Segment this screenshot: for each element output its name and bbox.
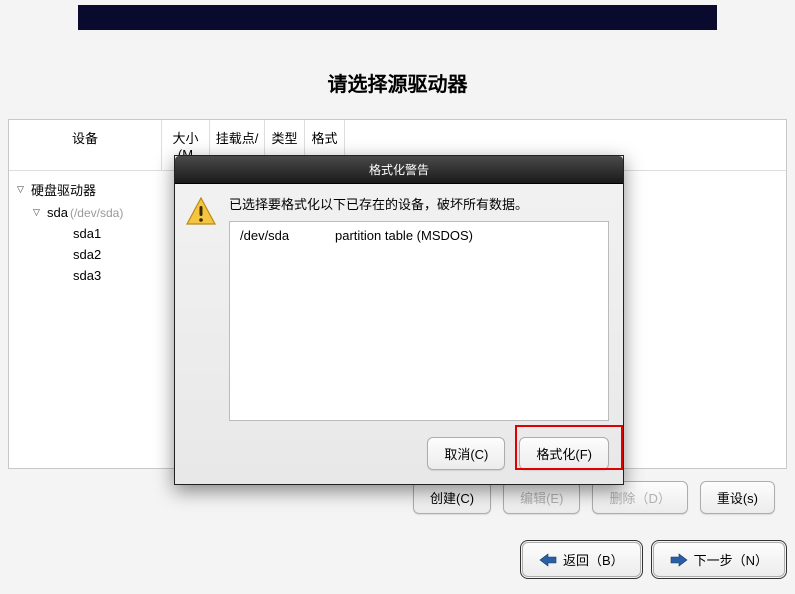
action-bar: 创建(C) 编辑(E) 删除（D） 重设(s) bbox=[0, 481, 775, 514]
tree-label: 硬盘驱动器 bbox=[31, 180, 96, 199]
device-listbox[interactable]: /dev/sda partition table (MSDOS) bbox=[229, 221, 609, 421]
cancel-button[interactable]: 取消(C) bbox=[427, 437, 505, 470]
page-title: 请选择源驱动器 bbox=[0, 68, 795, 97]
triangle-down-icon: ▽ bbox=[17, 184, 27, 195]
triangle-down-icon: ▽ bbox=[33, 207, 43, 218]
create-button[interactable]: 创建(C) bbox=[413, 481, 491, 514]
tree-label: sda1 bbox=[73, 226, 101, 241]
back-button[interactable]: 返回（B） bbox=[522, 542, 641, 577]
device-desc: partition table (MSDOS) bbox=[335, 228, 473, 243]
arrow-right-icon bbox=[670, 553, 688, 567]
column-device[interactable]: 设备 bbox=[9, 120, 162, 170]
top-bar bbox=[78, 5, 717, 30]
dialog-title: 格式化警告 bbox=[175, 156, 623, 184]
next-label: 下一步（N） bbox=[694, 550, 768, 569]
reset-button[interactable]: 重设(s) bbox=[700, 481, 775, 514]
delete-button: 删除（D） bbox=[592, 481, 687, 514]
format-warning-dialog: 格式化警告 已选择要格式化以下已存在的设备，破坏所有数据。 /dev/sda p… bbox=[174, 155, 624, 485]
warning-message: 已选择要格式化以下已存在的设备，破坏所有数据。 bbox=[229, 194, 609, 213]
tree-path: (/dev/sda) bbox=[70, 206, 123, 220]
edit-button: 编辑(E) bbox=[503, 481, 580, 514]
device-path: /dev/sda bbox=[240, 228, 335, 243]
list-item[interactable]: /dev/sda partition table (MSDOS) bbox=[240, 228, 598, 243]
tree-label: sda bbox=[47, 205, 68, 220]
tree-label: sda3 bbox=[73, 268, 101, 283]
format-button[interactable]: 格式化(F) bbox=[519, 437, 609, 470]
next-button[interactable]: 下一步（N） bbox=[653, 542, 785, 577]
tree-label: sda2 bbox=[73, 247, 101, 262]
arrow-left-icon bbox=[539, 553, 557, 567]
warning-icon bbox=[185, 196, 217, 228]
back-label: 返回（B） bbox=[563, 550, 624, 569]
nav-bar: 返回（B） 下一步（N） bbox=[0, 542, 785, 577]
